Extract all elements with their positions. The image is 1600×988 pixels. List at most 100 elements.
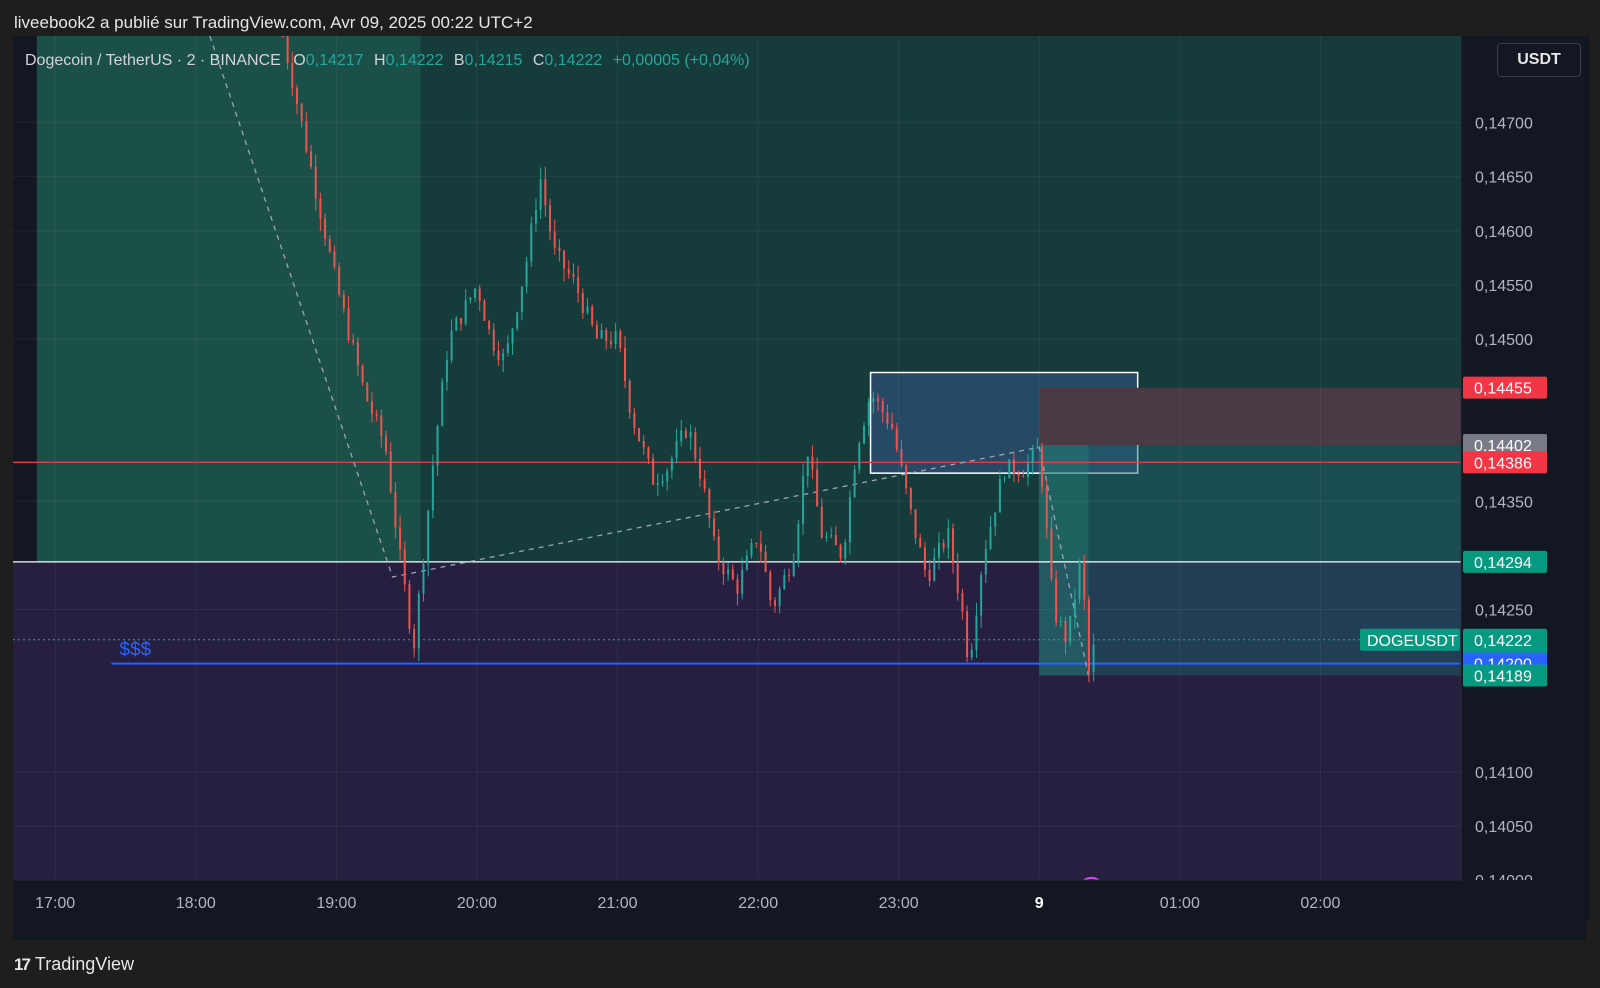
- candle-body: [923, 547, 926, 570]
- candle-body: [741, 569, 744, 594]
- y-tick-label: 0,14550: [1475, 278, 1533, 295]
- candle-body: [759, 543, 762, 552]
- candle-body: [834, 535, 837, 546]
- candle-body: [380, 415, 383, 437]
- y-tick-label: 0,14250: [1475, 602, 1533, 619]
- candle-body: [464, 300, 467, 324]
- candle-body: [1012, 459, 1015, 475]
- candle-body: [488, 320, 491, 330]
- open-value: 0,14217: [305, 52, 364, 69]
- candle-body: [858, 443, 861, 470]
- x-tick-label: 17:00: [35, 895, 75, 912]
- symbol-name: Dogecoin / TetherUS · 2 · BINANCE: [25, 52, 281, 69]
- liquidity-label: $$$: [119, 640, 151, 661]
- candle-body: [656, 482, 659, 485]
- candle-body: [389, 451, 392, 492]
- candle-body: [300, 103, 303, 122]
- candle-body: [567, 268, 570, 274]
- candle-body: [900, 449, 903, 466]
- candle-body: [436, 426, 439, 466]
- candle-body: [324, 218, 327, 239]
- price-label: 0,14222: [1474, 633, 1532, 650]
- candle-body: [952, 528, 955, 564]
- candle-body: [727, 569, 730, 575]
- candle-body: [445, 360, 448, 382]
- candle-body: [455, 318, 458, 331]
- zone-stop-red: [1039, 387, 1461, 446]
- candle-body: [862, 425, 865, 444]
- price-label: 0,14294: [1474, 555, 1532, 572]
- x-tick-label: 9: [1035, 895, 1044, 912]
- candle-body: [553, 231, 556, 248]
- candle-body: [802, 476, 805, 524]
- candle-body: [989, 526, 992, 549]
- candle-body: [722, 562, 725, 575]
- candle-body: [652, 458, 655, 485]
- candle-body: [1041, 446, 1044, 487]
- candle-body: [886, 412, 889, 424]
- symbol-legend: Dogecoin / TetherUS · 2 · BINANCE O0,142…: [25, 52, 750, 70]
- candle-body: [342, 294, 345, 309]
- candlestick-chart[interactable]: $$$ 0,14700 0,14650 0,14600 0,14550 0,14500 0,…: [0, 0, 1600, 988]
- candle-body: [459, 318, 462, 324]
- candle-body: [366, 382, 369, 402]
- brand-name: TradingView: [34, 954, 134, 974]
- candle-body: [708, 489, 711, 519]
- candle-body: [356, 342, 359, 366]
- tradingview-logo[interactable]: 17 TradingView: [14, 954, 134, 975]
- candle-body: [750, 543, 753, 556]
- candle-body: [310, 151, 313, 167]
- candle-body: [797, 523, 800, 562]
- candle-body: [478, 288, 481, 301]
- candle-body: [520, 286, 523, 313]
- candle-body: [698, 458, 701, 480]
- candle-body: [1069, 615, 1072, 643]
- candle-body: [745, 555, 748, 570]
- close-value: 0,14222: [544, 52, 603, 69]
- x-tick-label: 20:00: [457, 895, 497, 912]
- candle-body: [684, 430, 687, 438]
- candle-body: [614, 331, 617, 345]
- candle-body: [591, 306, 594, 325]
- candle-body: [783, 575, 786, 589]
- candle-body: [867, 401, 870, 426]
- candle-body: [966, 611, 969, 658]
- candle-body: [361, 365, 364, 383]
- currency-button[interactable]: USDT: [1497, 43, 1581, 77]
- candle-body: [314, 166, 317, 199]
- candle-body: [417, 593, 420, 649]
- candle-body: [947, 528, 950, 548]
- candle-body: [502, 353, 505, 361]
- candle-body: [933, 557, 936, 581]
- candle-body: [1078, 561, 1081, 600]
- candle-body: [539, 179, 542, 211]
- candle-body: [628, 380, 631, 413]
- candle-body: [506, 343, 509, 354]
- candle-body: [830, 535, 833, 537]
- candle-body: [605, 330, 608, 342]
- candle-body: [469, 297, 472, 301]
- candle-body: [788, 575, 791, 577]
- candle-body: [1027, 463, 1030, 477]
- candle-body: [544, 179, 547, 206]
- candle-body: [595, 324, 598, 339]
- candle-body: [811, 456, 814, 470]
- candle-body: [483, 300, 486, 321]
- candle-body: [619, 331, 622, 348]
- candle-body: [792, 561, 795, 576]
- candle-body: [492, 329, 495, 351]
- candle-body: [403, 549, 406, 585]
- candle-body: [825, 536, 828, 538]
- candle-body: [427, 510, 430, 564]
- candle-body: [806, 456, 809, 477]
- candle-body: [1017, 474, 1020, 477]
- x-tick-label: 01:00: [1160, 895, 1200, 912]
- candle-body: [970, 649, 973, 658]
- candle-body: [820, 506, 823, 538]
- candle-body: [1055, 578, 1058, 623]
- candle-body: [633, 412, 636, 429]
- candle-body: [1036, 446, 1039, 449]
- candle-body: [1003, 478, 1006, 480]
- candle-body: [928, 569, 931, 581]
- candle-body: [333, 251, 336, 267]
